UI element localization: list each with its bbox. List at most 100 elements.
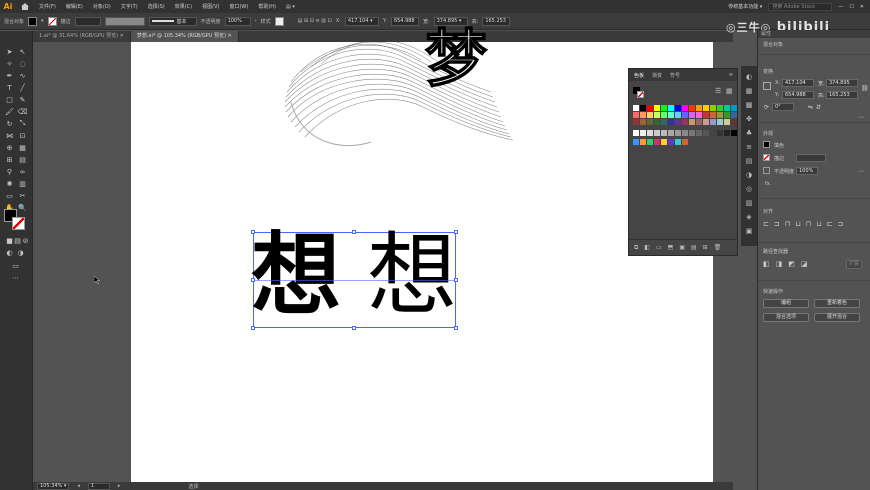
color-swatch[interactable] xyxy=(689,119,695,125)
color-swatch[interactable] xyxy=(675,139,681,145)
appearance-stroke-swatch[interactable] xyxy=(763,154,770,161)
more-options-icon[interactable]: ⋯ xyxy=(858,168,864,175)
color-swatch[interactable] xyxy=(640,112,646,118)
rotate-tool-icon[interactable]: ↻ xyxy=(5,119,14,128)
pen-tool-icon[interactable]: ✒ xyxy=(5,71,14,80)
zoom-tool-icon[interactable]: 🔍 xyxy=(18,203,27,212)
flip-vertical-icon[interactable]: ⇵ xyxy=(816,104,821,111)
color-swatch[interactable] xyxy=(633,105,639,111)
x-field[interactable]: 417.104 ▾ xyxy=(344,16,379,26)
direct-selection-icon[interactable]: ↖ xyxy=(18,47,27,56)
menu-edit[interactable]: 编辑(E) xyxy=(61,3,88,10)
color-swatch[interactable] xyxy=(661,105,667,111)
arrange-documents-menu[interactable]: ▤ ▾ xyxy=(281,4,300,10)
variable-width-field[interactable] xyxy=(104,16,145,26)
color-swatch[interactable] xyxy=(710,119,716,125)
menu-file[interactable]: 文件(F) xyxy=(34,3,61,10)
link-proportions-icon[interactable]: ⛓ xyxy=(861,85,869,92)
color-swatch[interactable] xyxy=(661,119,667,125)
stroke-style-select[interactable]: 基本 xyxy=(148,16,197,26)
title-character[interactable]: 梦 xyxy=(424,27,488,91)
menu-select[interactable]: 选择(S) xyxy=(143,3,170,10)
color-swatch[interactable] xyxy=(696,130,702,136)
expand-blend-button[interactable]: 展开混合 xyxy=(814,313,860,322)
graphic-styles-icon[interactable]: ▨ xyxy=(744,198,754,207)
properties-header[interactable]: 属性 xyxy=(758,30,870,38)
more-options-icon[interactable]: ⋯ xyxy=(858,114,864,121)
stroke-swatch[interactable] xyxy=(47,16,57,26)
color-swatch[interactable] xyxy=(640,130,646,136)
color-swatch[interactable] xyxy=(682,139,688,145)
color-swatch[interactable] xyxy=(654,105,660,111)
color-swatch[interactable] xyxy=(682,112,688,118)
color-swatch[interactable] xyxy=(710,112,716,118)
stroke-weight-field[interactable] xyxy=(74,16,101,26)
flip-horizontal-icon[interactable]: ⇋ xyxy=(808,104,813,111)
color-swatch[interactable] xyxy=(633,112,639,118)
align-icons[interactable]: ▤ ⊞ ⊟ ≡ ▥ ⊡ xyxy=(298,18,332,24)
menu-help[interactable]: 帮助(H) xyxy=(253,3,281,10)
more-tools-icon[interactable]: ⋯ xyxy=(11,273,20,282)
color-guide-icon[interactable]: ▦ xyxy=(744,86,754,95)
workspace-switcher[interactable]: 传统基本功能 ▾ xyxy=(728,3,762,10)
artboard-number-field[interactable]: 1 xyxy=(87,482,110,490)
color-swatch[interactable] xyxy=(689,130,695,136)
gradient-panel-icon[interactable]: ▤ xyxy=(744,156,754,165)
folder-icon[interactable]: ▤ xyxy=(691,244,697,251)
tab-swatches[interactable]: 色板 xyxy=(634,72,644,79)
pathfinder-buttons-icon[interactable]: ◧◨◩◪ xyxy=(763,260,813,268)
new-swatch-icon[interactable]: ⊞ xyxy=(703,244,708,251)
curvature-icon[interactable]: ∿ xyxy=(18,71,27,80)
minimize-icon[interactable]: — xyxy=(838,4,843,10)
new-group-icon[interactable]: ▣ xyxy=(679,244,685,251)
color-swatch[interactable] xyxy=(668,130,674,136)
color-swatch[interactable] xyxy=(696,105,702,111)
home-icon[interactable] xyxy=(16,0,34,13)
color-swatch[interactable] xyxy=(731,119,737,125)
group-button[interactable]: 编组 xyxy=(763,299,809,308)
color-swatch[interactable] xyxy=(696,112,702,118)
artboards-icon[interactable]: ▣ xyxy=(744,226,754,235)
color-swatch[interactable] xyxy=(668,139,674,145)
list-view-icon[interactable]: ☰ xyxy=(715,87,721,95)
line-tool-icon[interactable]: ╱ xyxy=(18,83,27,92)
color-swatch[interactable] xyxy=(703,112,709,118)
color-swatch[interactable] xyxy=(633,139,639,145)
color-swatch[interactable] xyxy=(731,112,737,118)
props-h-field[interactable]: 165.253 xyxy=(826,91,858,99)
style-swatch[interactable] xyxy=(274,16,284,26)
color-swatch[interactable] xyxy=(689,112,695,118)
color-swatch[interactable] xyxy=(717,119,723,125)
menu-view[interactable]: 视图(V) xyxy=(197,3,224,10)
symbols-icon[interactable]: ♣ xyxy=(744,128,754,137)
eraser-icon[interactable]: ⌫ xyxy=(18,107,28,116)
color-swatch[interactable] xyxy=(647,105,653,111)
color-swatch[interactable] xyxy=(731,130,737,136)
blend-start-character[interactable]: 想 xyxy=(251,226,341,326)
color-swatch[interactable] xyxy=(654,119,660,125)
brushes-icon[interactable]: ✤ xyxy=(744,114,754,123)
swatches-icon[interactable]: ▩ xyxy=(744,100,754,109)
artboard-nav-icon[interactable]: ◂ xyxy=(77,483,80,489)
close-icon[interactable]: ✕ xyxy=(860,4,864,10)
color-swatch[interactable] xyxy=(724,119,730,125)
tab-document-dream[interactable]: 梦想.ai* @ 105.34% (RGB/GPU 预览) ✕ xyxy=(130,31,239,42)
color-swatch[interactable] xyxy=(703,119,709,125)
stroke-weight-field[interactable] xyxy=(796,154,826,162)
transparency-icon[interactable]: ◑ xyxy=(744,170,754,179)
blend-tool-icon[interactable]: ∞ xyxy=(18,167,27,176)
recolor-button[interactable]: 重新着色 xyxy=(814,299,860,308)
color-swatch[interactable] xyxy=(717,130,723,136)
color-swatch[interactable] xyxy=(710,130,716,136)
type-tool-icon[interactable]: T xyxy=(5,83,14,92)
color-swatch[interactable] xyxy=(654,130,660,136)
align-buttons-icon[interactable]: ⊏⊐⊓⊔⊓⊔⊏⊐ xyxy=(763,220,848,228)
rectangle-tool-icon[interactable]: □ xyxy=(5,95,14,104)
color-swatch[interactable] xyxy=(731,105,737,111)
selection-tool-icon[interactable]: ➤ xyxy=(5,47,14,56)
symbol-sprayer-icon[interactable]: ✺ xyxy=(5,179,14,188)
maximize-icon[interactable]: ☐ xyxy=(849,4,853,10)
chevron-right-icon[interactable]: › xyxy=(255,18,257,24)
pathfinder-expand-button[interactable]: 扩展 xyxy=(846,260,862,269)
grid-view-icon[interactable]: ▦ xyxy=(726,87,733,95)
